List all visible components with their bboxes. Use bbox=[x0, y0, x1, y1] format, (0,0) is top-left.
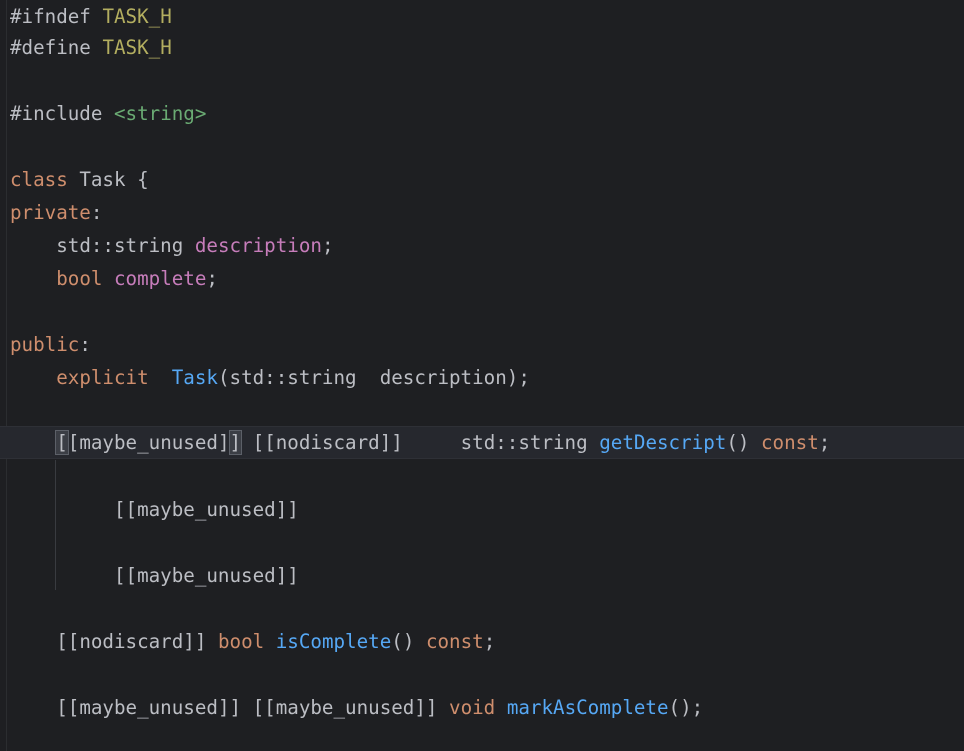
code-line-mark-as-complete[interactable]: [[maybe_unused]] [[maybe_unused]] void m… bbox=[10, 691, 964, 724]
parens-token: () bbox=[391, 630, 415, 653]
function-name-token: isComplete bbox=[275, 630, 392, 653]
colon-token: : bbox=[79, 333, 91, 356]
attribute-token: [maybe_unused] bbox=[67, 431, 230, 454]
class-name-token: Task bbox=[79, 168, 126, 191]
type-token: void bbox=[449, 696, 496, 719]
code-line-ifndef[interactable]: #ifndef TASK_H bbox=[10, 0, 964, 33]
params-token: (std::string description); bbox=[217, 366, 530, 389]
code-line-description-field[interactable]: std::string description; bbox=[10, 229, 964, 262]
directive-token: #define bbox=[10, 36, 91, 59]
field-token: description bbox=[194, 234, 322, 257]
macro-token: TASK_H bbox=[102, 36, 172, 59]
code-line-get-descript[interactable]: [[maybe_unused]] [[nodiscard]] std::stri… bbox=[0, 426, 964, 459]
attribute-token: [[maybe_unused]] bbox=[113, 564, 299, 587]
code-line-class[interactable]: class Task { bbox=[10, 163, 964, 196]
colon-token: : bbox=[90, 201, 103, 224]
attribute-token: [[maybe_unused]] bbox=[113, 498, 299, 521]
semicolon-token: ; bbox=[206, 267, 218, 290]
code-line-public[interactable]: public: bbox=[10, 328, 964, 361]
semicolon-token: ; bbox=[818, 431, 831, 454]
attribute-token: [[nodiscard]] bbox=[252, 431, 403, 454]
parens-token: () bbox=[726, 431, 750, 454]
function-name-token: Task bbox=[171, 366, 218, 389]
code-line-maybe-unused-2[interactable]: [[maybe_unused]] bbox=[10, 559, 964, 592]
qualifier-token: const bbox=[425, 630, 484, 653]
code-line-complete-field[interactable]: bool complete; bbox=[10, 262, 964, 295]
access-specifier-token: private bbox=[10, 201, 91, 224]
code-line-define[interactable]: #define TASK_H bbox=[10, 31, 964, 64]
code-line-constructor[interactable]: explicit Task(std::string description); bbox=[10, 361, 964, 394]
code-editor[interactable]: #ifndef TASK_H #define TASK_H #include <… bbox=[0, 0, 964, 751]
attribute-token: [[nodiscard]] bbox=[56, 630, 207, 653]
directive-token: #include bbox=[10, 102, 103, 125]
code-line-include[interactable]: #include <string> bbox=[10, 97, 964, 130]
semicolon-token: ; bbox=[321, 234, 334, 257]
attribute-token: [[maybe_unused]] bbox=[252, 696, 438, 719]
code-line-is-complete[interactable]: [[nodiscard]] bool isComplete() const; bbox=[10, 625, 964, 658]
keyword-token: class bbox=[10, 168, 68, 191]
code-line-maybe-unused-1[interactable]: [[maybe_unused]] bbox=[10, 493, 964, 526]
code-line-private[interactable]: private: bbox=[10, 196, 964, 229]
gutter-edge bbox=[6, 0, 7, 751]
type-token: bool bbox=[217, 630, 265, 653]
keyword-token: explicit bbox=[56, 366, 149, 389]
bracket-match-close: ] bbox=[228, 430, 243, 455]
field-token: complete bbox=[114, 267, 207, 290]
attribute-token: [[maybe_unused]] bbox=[56, 696, 242, 719]
qualifier-token: const bbox=[760, 431, 819, 454]
type-token: std::string bbox=[460, 431, 588, 454]
params-token: (); bbox=[668, 696, 704, 719]
macro-token: TASK_H bbox=[102, 5, 172, 28]
include-header-token: <string> bbox=[113, 102, 207, 125]
access-specifier-token: public bbox=[10, 333, 80, 356]
type-token: bool bbox=[56, 267, 103, 290]
directive-token: #ifndef bbox=[10, 5, 91, 28]
semicolon-token: ; bbox=[483, 630, 496, 653]
brace-token: { bbox=[137, 168, 149, 191]
function-name-token: getDescript bbox=[599, 431, 727, 454]
type-token: std::string bbox=[56, 234, 184, 257]
bracket-match-open: [ bbox=[55, 430, 69, 455]
function-name-token: markAsComplete bbox=[506, 696, 669, 719]
